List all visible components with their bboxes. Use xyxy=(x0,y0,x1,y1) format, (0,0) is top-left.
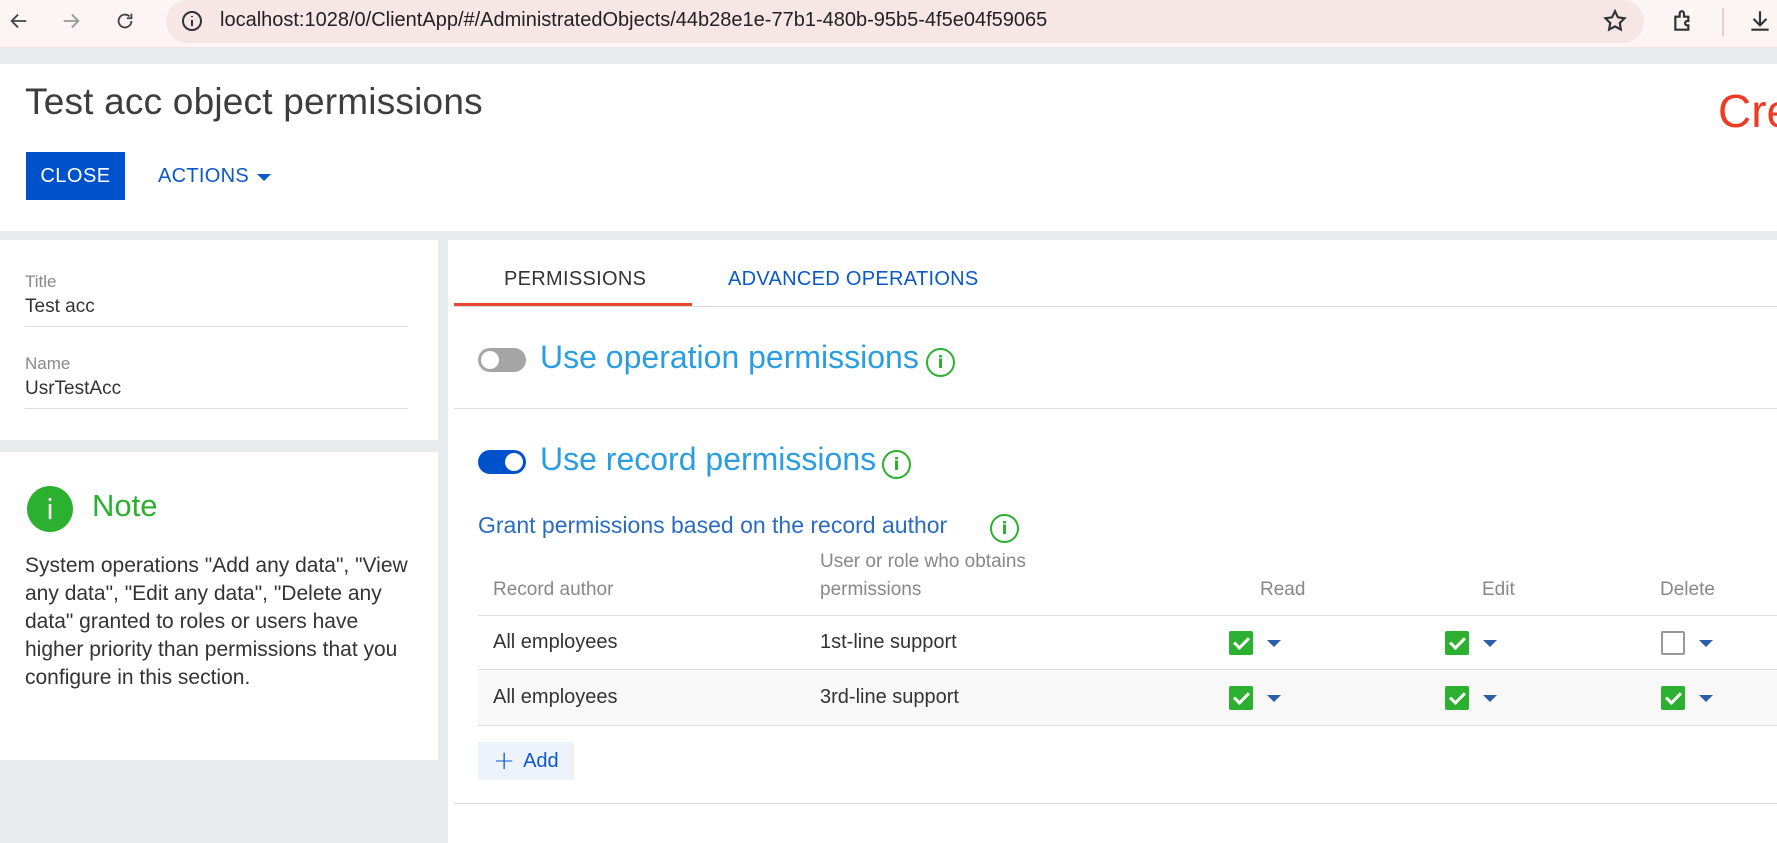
permissions-panel: PERMISSIONS ADVANCED OPERATIONS Use oper… xyxy=(448,240,1777,843)
active-tab-indicator xyxy=(454,303,692,306)
name-field[interactable]: Name UsrTestAcc xyxy=(25,354,408,409)
browser-toolbar: localhost:1028/0/ClientApp/#/Administrat… xyxy=(0,0,1777,48)
address-bar[interactable]: localhost:1028/0/ClientApp/#/Administrat… xyxy=(166,0,1644,43)
info-icon: i xyxy=(27,486,73,532)
tab-permissions[interactable]: PERMISSIONS xyxy=(504,268,646,291)
edit-level-dropdown-icon[interactable] xyxy=(1483,640,1497,647)
record-author-cell: All employees xyxy=(493,686,618,708)
site-info-icon[interactable] xyxy=(180,9,204,33)
operation-permissions-info-icon[interactable]: i xyxy=(926,348,955,377)
section-divider xyxy=(454,408,1777,409)
tab-bar: PERMISSIONS ADVANCED OPERATIONS xyxy=(454,240,1777,307)
toggle-knob xyxy=(481,351,499,369)
edit-level-dropdown-icon[interactable] xyxy=(1483,695,1497,702)
record-author-cell: All employees xyxy=(493,631,618,653)
delete-level-dropdown-icon[interactable] xyxy=(1699,640,1713,647)
operation-permissions-toggle[interactable] xyxy=(478,348,526,372)
table-row[interactable]: All employees 1st-line support xyxy=(478,615,1777,670)
delete-checkbox[interactable] xyxy=(1661,631,1685,655)
column-header-edit: Edit xyxy=(1482,579,1515,600)
grantee-cell: 3rd-line support xyxy=(820,686,959,708)
title-value[interactable]: Test acc xyxy=(25,296,408,326)
read-checkbox[interactable] xyxy=(1229,686,1253,710)
plus-icon: + xyxy=(493,746,516,776)
grant-permissions-info-icon[interactable]: i xyxy=(990,514,1019,543)
record-permissions-toggle[interactable] xyxy=(478,450,526,474)
table-row[interactable]: All employees 3rd-line support xyxy=(478,671,1777,726)
download-icon[interactable] xyxy=(1744,5,1776,37)
page-header: Test acc object permissions Cre CLOSE AC… xyxy=(0,64,1777,231)
column-header-delete: Delete xyxy=(1660,579,1715,600)
name-value[interactable]: UsrTestAcc xyxy=(25,378,408,408)
read-level-dropdown-icon[interactable] xyxy=(1267,640,1281,647)
grantee-cell: 1st-line support xyxy=(820,631,957,653)
record-permissions-title: Use record permissions xyxy=(540,441,877,477)
back-icon[interactable] xyxy=(2,4,36,38)
add-label: Add xyxy=(523,749,559,772)
operation-permissions-title: Use operation permissions xyxy=(540,339,919,375)
tab-advanced-operations[interactable]: ADVANCED OPERATIONS xyxy=(728,268,979,291)
column-header-read: Read xyxy=(1260,579,1306,600)
title-field[interactable]: Title Test acc xyxy=(25,272,408,327)
close-button[interactable]: CLOSE xyxy=(26,152,125,200)
brand-logo: Cre xyxy=(1718,85,1777,137)
note-card: i Note System operations "Add any data",… xyxy=(0,452,438,760)
record-permissions-info-icon[interactable]: i xyxy=(882,450,911,479)
add-permission-button[interactable]: + Add xyxy=(478,742,574,780)
edit-checkbox[interactable] xyxy=(1445,631,1469,655)
read-level-dropdown-icon[interactable] xyxy=(1267,695,1281,702)
reload-icon[interactable] xyxy=(108,4,142,38)
edit-checkbox[interactable] xyxy=(1445,686,1469,710)
actions-button[interactable]: ACTIONS xyxy=(158,152,271,200)
url-text[interactable]: localhost:1028/0/ClientApp/#/Administrat… xyxy=(220,9,1047,32)
page-title: Test acc object permissions xyxy=(25,81,483,122)
bookmark-star-icon[interactable] xyxy=(1602,8,1628,34)
column-header-grantee: User or role who obtains permissions xyxy=(820,551,1026,600)
delete-checkbox[interactable] xyxy=(1661,686,1685,710)
actions-label: ACTIONS xyxy=(158,164,249,187)
note-text: System operations "Add any data", "View … xyxy=(25,554,408,689)
section-divider xyxy=(454,803,1777,804)
read-checkbox[interactable] xyxy=(1229,631,1253,655)
toggle-knob xyxy=(505,453,523,471)
note-title: Note xyxy=(92,488,158,523)
forward-icon[interactable] xyxy=(54,4,88,38)
column-header-record-author: Record author xyxy=(493,579,614,600)
extensions-icon[interactable] xyxy=(1668,5,1700,37)
name-label: Name xyxy=(25,354,71,373)
toolbar-separator xyxy=(1722,8,1724,36)
grant-permissions-title: Grant permissions based on the record au… xyxy=(478,512,948,538)
details-card: Title Test acc Name UsrTestAcc xyxy=(0,240,438,440)
delete-level-dropdown-icon[interactable] xyxy=(1699,695,1713,702)
chevron-down-icon xyxy=(257,174,271,181)
title-label: Title xyxy=(25,272,57,291)
